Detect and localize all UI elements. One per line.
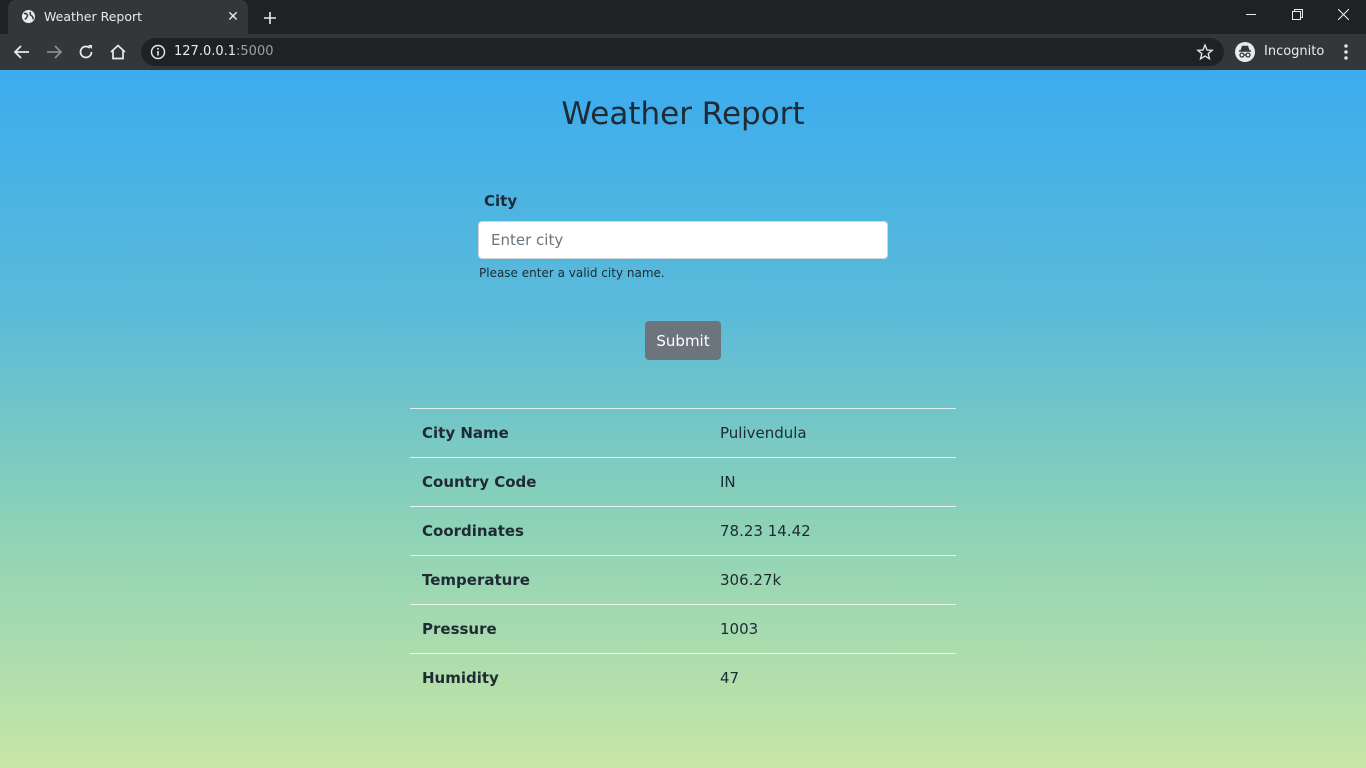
info-icon[interactable]: [150, 44, 166, 60]
submit-button[interactable]: Submit: [645, 321, 721, 360]
table-row: Coordinates 78.23 14.42: [410, 506, 956, 556]
page-content: Weather Report City Please enter a valid…: [0, 70, 1366, 768]
weather-results-table: City Name Pulivendula Country Code IN Co…: [410, 408, 956, 703]
browser-toolbar: 127.0.0.1:5000 Incognito: [0, 34, 1366, 70]
url-host: 127.0.0.1: [174, 44, 237, 59]
tab-strip: Weather Report ✕: [0, 0, 1366, 34]
city-input[interactable]: [478, 221, 888, 259]
bookmark-star-icon[interactable]: [1196, 43, 1214, 61]
window-close-icon[interactable]: [1320, 0, 1366, 30]
city-label: City: [484, 192, 518, 210]
row-key-country-code: Country Code: [410, 457, 708, 507]
url-text[interactable]: 127.0.0.1:5000: [174, 44, 274, 59]
incognito-profile-button[interactable]: Incognito: [1232, 39, 1324, 65]
tab-close-icon[interactable]: ✕: [225, 9, 241, 25]
url-port: :5000: [236, 44, 274, 59]
city-helper-text: Please enter a valid city name.: [479, 266, 665, 280]
tab-title: Weather Report: [44, 9, 143, 24]
page-title: Weather Report: [561, 96, 805, 132]
new-tab-icon[interactable]: [260, 8, 280, 28]
minimize-icon[interactable]: [1228, 0, 1274, 30]
browser-tab[interactable]: Weather Report ✕: [8, 0, 248, 34]
table-row: Pressure 1003: [410, 604, 956, 654]
row-key-pressure: Pressure: [410, 604, 708, 654]
row-key-temperature: Temperature: [410, 555, 708, 605]
row-key-coordinates: Coordinates: [410, 506, 708, 556]
restore-icon[interactable]: [1274, 0, 1320, 30]
table-row: Temperature 306.27k: [410, 555, 956, 605]
reload-icon[interactable]: [74, 40, 98, 64]
row-key-humidity: Humidity: [410, 653, 708, 703]
row-value-temperature: 306.27k: [708, 555, 956, 605]
row-value-country-code: IN: [708, 457, 956, 507]
row-value-coordinates: 78.23 14.42: [708, 506, 956, 556]
back-icon[interactable]: [10, 40, 34, 64]
table-row: Humidity 47: [410, 653, 956, 703]
row-value-humidity: 47: [708, 653, 956, 703]
row-value-pressure: 1003: [708, 604, 956, 654]
globe-icon: [21, 9, 36, 24]
address-bar[interactable]: 127.0.0.1:5000: [141, 38, 1224, 66]
home-icon[interactable]: [106, 40, 130, 64]
incognito-label: Incognito: [1264, 44, 1325, 59]
table-row: City Name Pulivendula: [410, 408, 956, 458]
row-key-city-name: City Name: [410, 408, 708, 458]
row-value-city-name: Pulivendula: [708, 408, 956, 458]
browser-menu-icon[interactable]: [1334, 40, 1358, 64]
incognito-icon: [1235, 42, 1255, 62]
forward-icon[interactable]: [42, 40, 66, 64]
table-row: Country Code IN: [410, 457, 956, 507]
